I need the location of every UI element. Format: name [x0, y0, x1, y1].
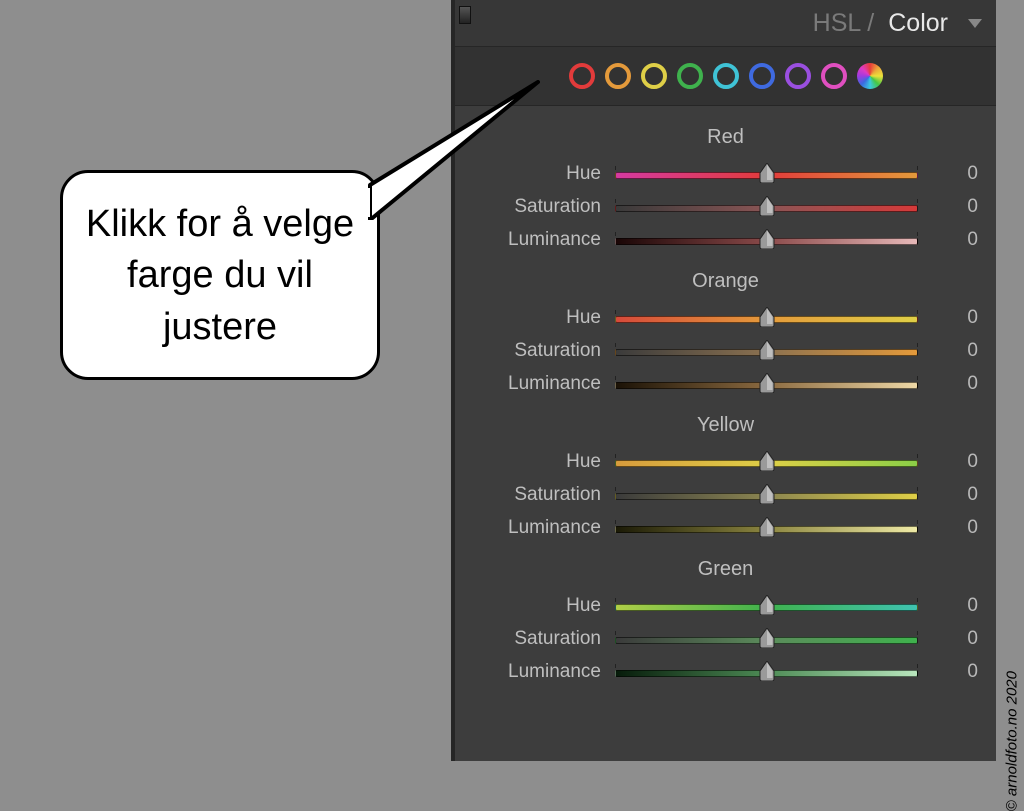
slider-green-saturation[interactable]	[615, 630, 918, 648]
slider-green-luminance[interactable]	[615, 663, 918, 681]
slider-row-yellow-luminance: Luminance 0	[473, 511, 978, 544]
slider-row-red-hue: Hue 0	[473, 157, 978, 190]
panel-header: HSL / Color	[455, 0, 996, 47]
slider-label: Saturation	[473, 340, 601, 362]
color-groups: RedHue 0Saturation 0Luminance 0OrangeHue…	[455, 106, 996, 688]
slider-orange-luminance[interactable]	[615, 375, 918, 393]
slider-row-yellow-hue: Hue 0	[473, 445, 978, 478]
color-swatch-purple[interactable]	[785, 63, 811, 89]
slider-green-hue[interactable]	[615, 597, 918, 615]
slider-value[interactable]: 0	[932, 628, 978, 650]
slider-row-orange-saturation: Saturation 0	[473, 334, 978, 367]
slider-row-yellow-saturation: Saturation 0	[473, 478, 978, 511]
color-swatch-blue[interactable]	[749, 63, 775, 89]
hsl-color-panel: HSL / Color RedHue 0Saturation 0Luminanc…	[451, 0, 996, 761]
slider-orange-saturation[interactable]	[615, 342, 918, 360]
slider-row-green-luminance: Luminance 0	[473, 655, 978, 688]
slider-label: Luminance	[473, 661, 601, 683]
group-title-green: Green	[473, 558, 978, 581]
slider-value[interactable]: 0	[932, 517, 978, 539]
slider-yellow-saturation[interactable]	[615, 486, 918, 504]
color-swatch-all[interactable]	[857, 63, 883, 89]
slider-label: Luminance	[473, 373, 601, 395]
panel-grip[interactable]	[459, 6, 471, 24]
copyright-text: © arnoldfoto.no 2020	[1003, 671, 1020, 811]
group-title-yellow: Yellow	[473, 414, 978, 437]
color-swatch-green[interactable]	[677, 63, 703, 89]
slider-label: Saturation	[473, 196, 601, 218]
slider-value[interactable]: 0	[932, 340, 978, 362]
slider-value[interactable]: 0	[932, 373, 978, 395]
slider-row-orange-luminance: Luminance 0	[473, 367, 978, 400]
color-swatch-orange[interactable]	[605, 63, 631, 89]
slider-red-hue[interactable]	[615, 165, 918, 183]
slider-value[interactable]: 0	[932, 451, 978, 473]
slider-label: Hue	[473, 451, 601, 473]
callout-bubble: Klikk for å velge farge du vil justere	[60, 170, 380, 380]
callout-text: Klikk for å velge farge du vil justere	[86, 203, 354, 348]
slider-value[interactable]: 0	[932, 661, 978, 683]
slider-value[interactable]: 0	[932, 484, 978, 506]
color-swatch-red[interactable]	[569, 63, 595, 89]
panel-title-color[interactable]: Color	[888, 9, 948, 38]
slider-red-saturation[interactable]	[615, 198, 918, 216]
slider-red-luminance[interactable]	[615, 231, 918, 249]
slider-label: Hue	[473, 595, 601, 617]
slider-value[interactable]: 0	[932, 229, 978, 251]
group-title-red: Red	[473, 126, 978, 149]
slider-value[interactable]: 0	[932, 307, 978, 329]
color-swatch-yellow[interactable]	[641, 63, 667, 89]
slider-row-orange-hue: Hue 0	[473, 301, 978, 334]
panel-disclosure-icon[interactable]	[968, 19, 982, 28]
slider-label: Hue	[473, 163, 601, 185]
slider-row-green-saturation: Saturation 0	[473, 622, 978, 655]
slider-value[interactable]: 0	[932, 163, 978, 185]
slider-row-green-hue: Hue 0	[473, 589, 978, 622]
slider-row-red-luminance: Luminance 0	[473, 223, 978, 256]
color-swatch-aqua[interactable]	[713, 63, 739, 89]
slider-yellow-hue[interactable]	[615, 453, 918, 471]
slider-value[interactable]: 0	[932, 196, 978, 218]
slider-row-red-saturation: Saturation 0	[473, 190, 978, 223]
slider-value[interactable]: 0	[932, 595, 978, 617]
slider-orange-hue[interactable]	[615, 309, 918, 327]
slider-label: Luminance	[473, 229, 601, 251]
slider-label: Hue	[473, 307, 601, 329]
group-title-orange: Orange	[473, 270, 978, 293]
panel-title-hsl[interactable]: HSL /	[813, 9, 875, 38]
color-swatch-row	[455, 47, 996, 106]
color-swatch-magenta[interactable]	[821, 63, 847, 89]
slider-label: Saturation	[473, 628, 601, 650]
slider-label: Saturation	[473, 484, 601, 506]
slider-yellow-luminance[interactable]	[615, 519, 918, 537]
slider-label: Luminance	[473, 517, 601, 539]
